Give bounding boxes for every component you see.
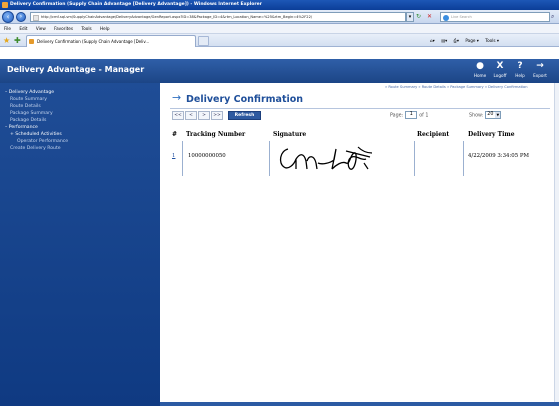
page-number-input[interactable]: 1 bbox=[405, 111, 418, 119]
first-page-button[interactable]: << bbox=[172, 111, 184, 120]
new-tab-button[interactable] bbox=[198, 36, 209, 46]
column-divider bbox=[182, 141, 183, 176]
column-header-delivery-time: Delivery Time bbox=[468, 131, 515, 138]
home-button[interactable]: ● Home bbox=[470, 60, 490, 79]
sidebar-item-operator-performance[interactable]: Operator Performance bbox=[17, 138, 68, 145]
sidebar-item-route-details[interactable]: Route Details bbox=[10, 103, 41, 110]
app-header: Delivery Advantage - Manager ● Home X Lo… bbox=[0, 59, 559, 83]
logoff-button[interactable]: X Logoff bbox=[490, 60, 510, 79]
menu-bar: File Edit View Favorites Tools Help bbox=[0, 24, 559, 34]
page-label: Page: bbox=[390, 113, 404, 119]
browser-window: Delivery Confirmation (Supply Chain Adva… bbox=[0, 0, 559, 406]
page-favicon bbox=[33, 14, 39, 21]
search-input[interactable]: Live Search bbox=[440, 12, 550, 22]
menu-favorites[interactable]: Favorites bbox=[54, 26, 73, 31]
page-control: Page: 1 of 1 bbox=[390, 111, 428, 121]
refresh-icon[interactable]: ↻ bbox=[416, 13, 421, 20]
url-input[interactable]: http://cmf-sql-vm/SupplyChainAdvantage/D… bbox=[30, 12, 406, 22]
sidebar-item-route-summary[interactable]: Route Summary bbox=[10, 96, 47, 103]
arrow-right-icon: → bbox=[172, 91, 182, 104]
search-icon[interactable]: ⌕ bbox=[551, 12, 559, 22]
help-question-icon: ? bbox=[517, 61, 523, 71]
back-icon[interactable]: ‹ bbox=[2, 11, 14, 23]
sidebar-item-performance[interactable]: – Performance bbox=[5, 124, 38, 131]
sidebar-item-delivery-advantage[interactable]: – Delivery Advantage bbox=[5, 89, 54, 96]
app-title: Delivery Advantage - Manager bbox=[7, 65, 145, 74]
sidebar: – Delivery Advantage Route Summary Route… bbox=[0, 83, 160, 406]
tab-bar: ★ ✚ Delivery Confirmation (Supply Chain … bbox=[0, 34, 559, 47]
feeds-icon[interactable]: ▤▾ bbox=[441, 38, 447, 43]
browser-tab[interactable]: Delivery Confirmation (Supply Chain Adva… bbox=[26, 35, 196, 47]
window-title: Delivery Confirmation (Supply Chain Adva… bbox=[10, 2, 262, 7]
ie-icon bbox=[2, 2, 8, 8]
add-favorite-icon[interactable]: ✚ bbox=[14, 36, 21, 45]
column-divider bbox=[414, 141, 415, 176]
column-header-tracking: Tracking Number bbox=[186, 131, 246, 138]
tools-menu[interactable]: Tools ▾ bbox=[485, 38, 499, 43]
forward-icon[interactable]: › bbox=[16, 12, 26, 22]
live-search-icon bbox=[443, 14, 449, 21]
export-arrow-icon: → bbox=[536, 61, 544, 71]
tab-favicon bbox=[29, 39, 34, 44]
menu-file[interactable]: File bbox=[4, 26, 11, 31]
export-button[interactable]: → Export bbox=[530, 60, 550, 79]
column-header-number: # bbox=[172, 131, 178, 138]
title-divider bbox=[170, 108, 550, 109]
sidebar-item-scheduled-activities[interactable]: + Scheduled Activities bbox=[10, 131, 62, 138]
chevron-down-icon: ▼ bbox=[495, 112, 501, 118]
print-icon[interactable]: ⎙▾ bbox=[454, 38, 459, 43]
breadcrumb[interactable]: » Route Summary » Route Details » Packag… bbox=[385, 85, 527, 89]
page-title: Delivery Confirmation bbox=[186, 94, 304, 105]
address-bar: ‹ › http://cmf-sql-vm/SupplyChainAdvanta… bbox=[0, 10, 559, 24]
main-content: » Route Summary » Route Details » Packag… bbox=[160, 83, 559, 406]
prev-page-button[interactable]: < bbox=[185, 111, 197, 120]
stop-icon[interactable]: ✕ bbox=[427, 13, 432, 20]
next-page-button[interactable]: > bbox=[198, 111, 210, 120]
column-divider bbox=[269, 141, 270, 176]
page-of-label: of 1 bbox=[419, 113, 429, 119]
sidebar-item-package-details[interactable]: Package Details bbox=[10, 117, 46, 124]
table-row-link[interactable]: 1 bbox=[172, 153, 175, 159]
delivery-time-cell: 4/22/2009 3:34:05 PM bbox=[468, 153, 529, 159]
last-page-button[interactable]: >> bbox=[211, 111, 223, 120]
sidebar-item-create-delivery-route[interactable]: Create Delivery Route bbox=[10, 145, 61, 152]
tracking-number-cell: 10000000050 bbox=[188, 153, 226, 159]
column-divider bbox=[463, 141, 464, 176]
menu-edit[interactable]: Edit bbox=[19, 26, 27, 31]
window-title-bar: Delivery Confirmation (Supply Chain Adva… bbox=[0, 0, 559, 10]
footer-bar bbox=[160, 402, 559, 406]
menu-tools[interactable]: Tools bbox=[81, 26, 91, 31]
refresh-button[interactable]: Refresh bbox=[228, 111, 261, 120]
menu-view[interactable]: View bbox=[36, 26, 46, 31]
help-button[interactable]: ? Help bbox=[510, 60, 530, 79]
url-dropdown-icon[interactable]: ▾ bbox=[406, 12, 414, 22]
page-size-select[interactable]: 20 ▼ bbox=[485, 111, 502, 119]
sidebar-item-package-summary[interactable]: Package Summary bbox=[10, 110, 53, 117]
show-label: Show: bbox=[469, 113, 484, 119]
favorites-star-icon[interactable]: ★ bbox=[3, 36, 10, 45]
home-circle-icon: ● bbox=[476, 61, 484, 71]
column-header-signature: Signature bbox=[273, 131, 307, 138]
logoff-x-icon: X bbox=[496, 61, 504, 71]
column-header-recipient: Recipient bbox=[417, 131, 450, 138]
signature-image bbox=[279, 146, 373, 170]
show-control: Show: 20 ▼ bbox=[469, 111, 502, 121]
home-icon[interactable]: ⌂▾ bbox=[430, 38, 435, 43]
page-menu[interactable]: Page ▾ bbox=[465, 38, 479, 43]
menu-help[interactable]: Help bbox=[100, 26, 110, 31]
vertical-scrollbar[interactable] bbox=[554, 83, 559, 402]
